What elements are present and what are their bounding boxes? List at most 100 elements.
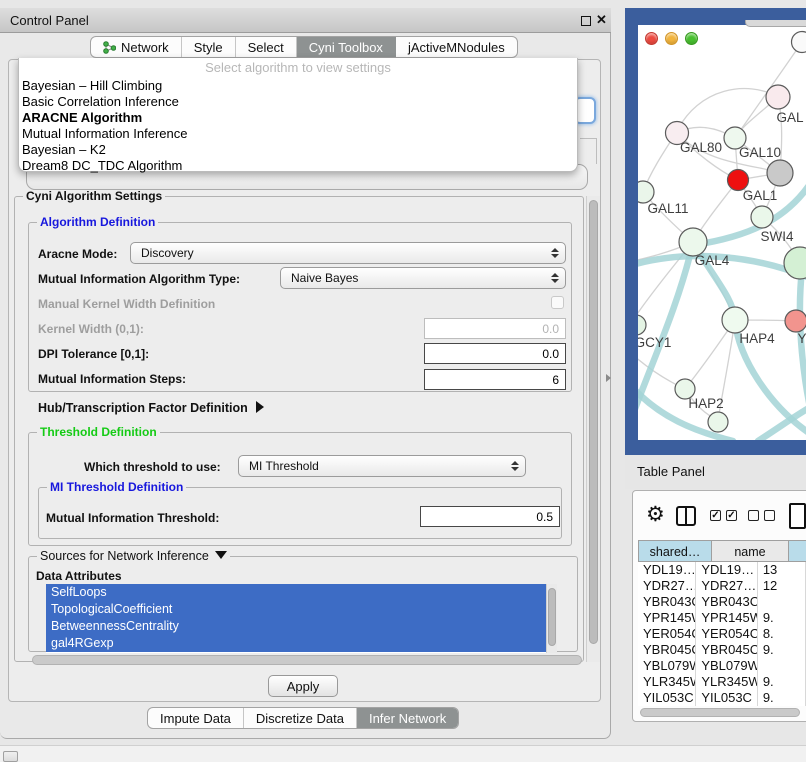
mac-minimize-icon[interactable] <box>665 32 678 45</box>
tab-infer-network[interactable]: Infer Network <box>357 708 458 728</box>
column-header-a[interactable]: A <box>788 540 806 562</box>
algorithm-option-aracne-algorithm[interactable]: ARACNE Algorithm <box>19 110 577 126</box>
control-panel-titlebar[interactable]: Control Panel ✕ <box>0 8 611 33</box>
apply-button[interactable]: Apply <box>268 675 338 697</box>
panel-title: Control Panel <box>10 8 89 33</box>
which-threshold-combo[interactable]: MI Threshold <box>238 455 526 477</box>
algorithm-option-basic-correlation-inference[interactable]: Basic Correlation Inference <box>19 94 577 110</box>
attribute-item-gal4rgexp[interactable]: gal4RGexp <box>46 635 546 652</box>
float-window-icon[interactable] <box>581 16 591 26</box>
mini-panel-button[interactable] <box>3 751 18 762</box>
table-cell: YDL19… <box>638 562 696 578</box>
column-header-name[interactable]: name <box>711 540 788 562</box>
algorithm-option-bayesian-hill-climbing[interactable]: Bayesian – Hill Climbing <box>19 78 577 94</box>
table-cell: YBL079W <box>696 658 757 674</box>
table-row[interactable]: YPR145WYPR145W9. <box>638 610 806 626</box>
groupbox-fragment <box>596 138 597 164</box>
scrollbar-thumb[interactable] <box>640 708 800 717</box>
tab-label: Discretize Data <box>256 711 344 726</box>
table-cell: 13 <box>758 562 806 578</box>
table-cell: 9. <box>758 642 806 658</box>
network-node[interactable] <box>708 412 728 432</box>
network-node[interactable] <box>767 160 793 186</box>
checked-checkbox-icon[interactable]: ✓ <box>726 510 737 521</box>
settings-vertical-scrollbar[interactable] <box>586 196 600 662</box>
node-label-gal80: GAL80 <box>680 140 722 155</box>
sources-group-toggle[interactable]: Sources for Network Inference <box>37 549 230 563</box>
network-node[interactable] <box>792 32 806 53</box>
manual-kernel-checkbox[interactable] <box>551 296 564 309</box>
network-graph[interactable]: GALGAL80GAL10GAL1GAL11SWI4GAL4HAP4YGCY1H… <box>638 25 806 440</box>
network-view[interactable]: GALGAL80GAL10GAL1GAL11SWI4GAL4HAP4YGCY1H… <box>638 25 806 440</box>
attribute-item-betweennesscentrality[interactable]: BetweennessCentrality <box>46 618 546 635</box>
table-row[interactable]: YBL079WYBL079W <box>638 658 806 674</box>
tab-select[interactable]: Select <box>236 37 297 57</box>
mi-threshold-field[interactable]: 0.5 <box>420 506 560 527</box>
overlapping-window-edge <box>745 20 806 27</box>
mi-type-combo[interactable]: Naive Bayes <box>280 267 566 289</box>
tab-cyni-toolbox[interactable]: Cyni Toolbox <box>297 37 396 57</box>
network-node-hap4[interactable] <box>722 307 748 333</box>
tab-label: Impute Data <box>160 711 231 726</box>
table-cell: YER054C <box>638 626 696 642</box>
network-node-swi4[interactable] <box>751 206 773 228</box>
tab-impute-data[interactable]: Impute Data <box>148 708 244 728</box>
mac-close-icon[interactable] <box>645 32 658 45</box>
network-node-gcy1[interactable] <box>638 315 646 335</box>
settings-horizontal-scrollbar[interactable] <box>30 655 586 666</box>
table-row[interactable]: YLR345WYLR345W9. <box>638 674 806 690</box>
table-row[interactable]: YDL19…YDL19…13 <box>638 562 806 578</box>
network-node-gal11[interactable] <box>638 181 654 203</box>
tab-style[interactable]: Style <box>182 37 236 57</box>
close-icon[interactable]: ✕ <box>596 12 607 28</box>
table-cell: 9. <box>758 674 806 690</box>
column-header-shared[interactable]: shared… <box>638 540 711 562</box>
page-icon[interactable] <box>789 503 806 529</box>
hub-definition-toggle[interactable]: Hub/Transcription Factor Definition <box>38 401 264 415</box>
mac-zoom-icon[interactable] <box>685 32 698 45</box>
network-node-gal4[interactable] <box>679 228 707 256</box>
table-cell: YLR345W <box>638 674 696 690</box>
checked-checkbox-icon[interactable]: ✓ <box>710 510 721 521</box>
scrollbar-thumb[interactable] <box>589 200 598 644</box>
screenshot-root: Control Panel ✕ NetworkStyleSelectCyni T… <box>0 0 806 762</box>
network-node[interactable] <box>784 247 806 279</box>
dpi-tolerance-field[interactable]: 0.0 <box>424 343 566 364</box>
gear-icon[interactable]: ⚙ <box>646 505 665 525</box>
attributes-scrollbar[interactable] <box>546 584 557 653</box>
table-row[interactable]: YDR27…YDR27…12 <box>638 578 806 594</box>
table-row[interactable]: YIL053CYIL053C9. <box>638 690 806 706</box>
algorithm-option-dream8-dc-tdc-algorithm[interactable]: Dream8 DC_TDC Algorithm <box>19 158 577 174</box>
unchecked-checkbox-icon[interactable] <box>764 510 775 521</box>
table-cell: YIL053C <box>696 690 757 706</box>
table-row[interactable]: YER054CYER054C8. <box>638 626 806 642</box>
table-horizontal-scrollbar[interactable] <box>638 708 804 718</box>
table-header-row: shared…nameA <box>638 540 806 562</box>
scrollbar-thumb[interactable] <box>32 655 582 665</box>
algorithm-option-bayesian-k2[interactable]: Bayesian – K2 <box>19 142 577 158</box>
node-label-gal11: GAL11 <box>647 201 688 216</box>
combo-stepper-icon <box>551 248 559 258</box>
table-row[interactable]: YBR045CYBR045C9. <box>638 642 806 658</box>
network-node-gal[interactable] <box>766 85 790 109</box>
attribute-item-topologicalcoefficient[interactable]: TopologicalCoefficient <box>46 601 546 618</box>
split-columns-icon[interactable] <box>676 506 696 526</box>
attribute-item-selfloops[interactable]: SelfLoops <box>46 584 546 601</box>
algorithm-option-mutual-information-inference[interactable]: Mutual Information Inference <box>19 126 577 142</box>
table-cell: YBR045C <box>638 642 696 658</box>
splitter-collapse-arrow[interactable] <box>606 374 611 382</box>
table-row[interactable]: YBR043CYBR043C <box>638 594 806 610</box>
tab-network[interactable]: Network <box>91 37 182 57</box>
sources-group-title: Sources for Network Inference <box>40 549 209 563</box>
table-body: YDL19…YDL19…13YDR27…YDR27…12YBR043CYBR04… <box>638 562 806 706</box>
aracne-mode-combo[interactable]: Discovery <box>130 242 566 264</box>
aracne-mode-label: Aracne Mode: <box>38 247 117 261</box>
tab-discretize-data[interactable]: Discretize Data <box>244 708 357 728</box>
tab-jactivemnodules[interactable]: jActiveMNodules <box>396 37 517 57</box>
unchecked-checkbox-icon[interactable] <box>748 510 759 521</box>
mi-steps-field[interactable]: 6 <box>424 369 566 390</box>
kernel-width-field[interactable]: 0.0 <box>424 318 566 339</box>
mi-threshold-label: Mutual Information Threshold: <box>46 511 219 525</box>
network-node-y[interactable] <box>785 310 806 332</box>
scrollbar-thumb[interactable] <box>548 588 556 646</box>
